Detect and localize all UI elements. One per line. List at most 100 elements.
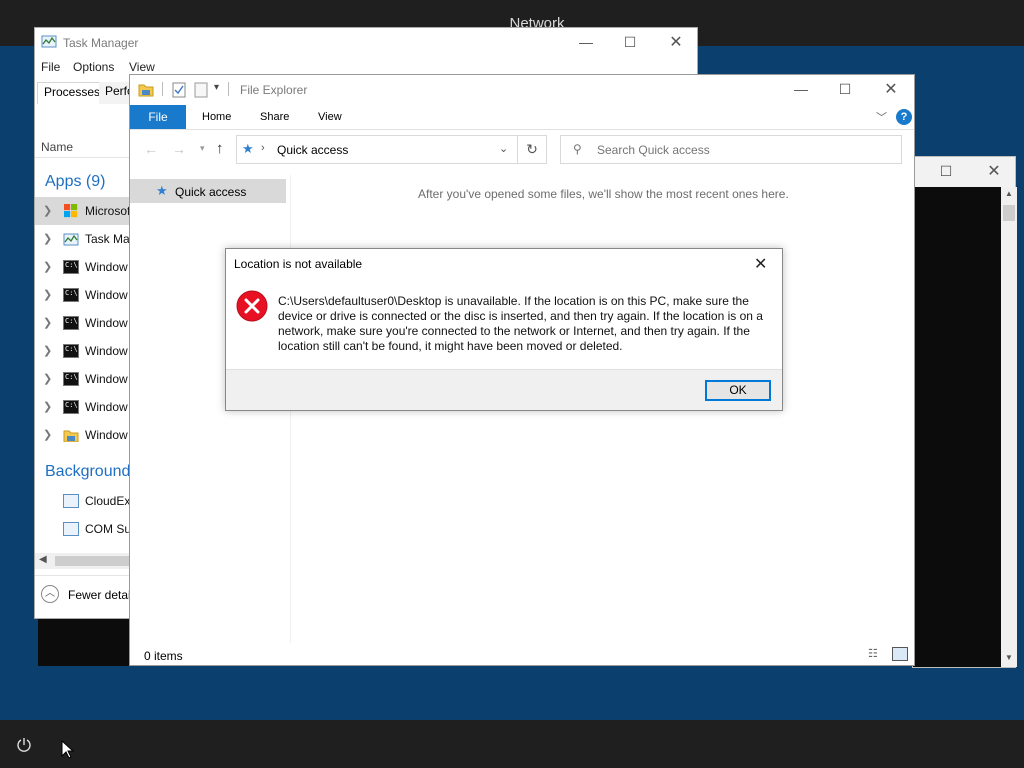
app-row[interactable]: ❯ Window [35,281,131,309]
menu-view[interactable]: View [129,60,155,74]
tab-view[interactable]: View [318,105,342,129]
chevron-right-icon[interactable]: ❯ [43,204,52,217]
back-icon[interactable]: ← [144,141,158,157]
chevron-right-icon[interactable]: ❯ [43,232,52,245]
console-window[interactable]: ☐ ✕ ▲ ▼ [912,156,1017,668]
ok-button[interactable]: OK [705,380,771,401]
background-row[interactable]: CloudEx [35,487,131,515]
search-box[interactable]: ⚲ [560,135,902,164]
address-bar[interactable]: ★ › Quick access ⌄ [236,135,518,164]
scroll-thumb[interactable] [1003,205,1015,221]
dialog-title: Location is not available [234,257,363,271]
column-header[interactable]: Name [35,134,131,158]
maximize-icon[interactable]: ☐ [923,157,969,186]
app-row[interactable]: ❯ Window [35,421,131,449]
tab-file[interactable]: File [130,105,186,129]
app-row[interactable]: ❯ Microsof [35,197,131,225]
scroll-thumb[interactable] [55,556,131,566]
microsoft-logo-icon [64,204,78,218]
star-icon: ★ [156,183,168,198]
close-icon[interactable]: ✕ [653,28,699,57]
console-icon [63,372,79,386]
service-icon [63,522,79,536]
menu-options[interactable]: Options [73,60,114,74]
power-icon[interactable] [15,737,33,753]
up-icon[interactable]: ↑ [216,140,224,157]
folder-icon [63,430,79,442]
help-icon[interactable]: ? [896,109,912,125]
console-icon [63,400,79,414]
minimize-icon[interactable]: — [563,28,609,57]
chevron-down-icon[interactable]: ⌄ [499,142,508,155]
service-icon [63,494,79,508]
column-name: Name [41,140,74,154]
maximize-icon[interactable]: ☐ [822,75,868,104]
console-scrollbar[interactable]: ▲ ▼ [1001,187,1017,667]
chevron-right-icon[interactable]: ❯ [43,372,52,385]
tab-processes[interactable]: Processes [37,82,108,104]
app-row[interactable]: ❯ Window [35,253,131,281]
close-icon[interactable]: ✕ [754,254,767,274]
address-text: Quick access [277,143,349,157]
details-view-icon[interactable]: ☷ [868,647,886,661]
chevron-right-icon[interactable]: ❯ [43,316,52,329]
console-body[interactable] [913,187,1001,667]
console-icon [63,260,79,274]
close-icon[interactable]: ✕ [971,157,1017,186]
background-row[interactable]: COM Su [35,515,131,543]
minimize-icon[interactable]: — [778,75,824,104]
scroll-down-icon[interactable]: ▼ [1005,653,1013,662]
app-row[interactable]: ❯ Window [35,309,131,337]
horizontal-scrollbar[interactable]: ◀ [35,553,131,569]
folder-icon [138,84,154,97]
maximize-icon[interactable]: ☐ [607,28,653,57]
error-icon [236,290,268,322]
chevron-right-icon[interactable]: ❯ [43,344,52,357]
nav-item-quick-access[interactable]: ★ Quick access [130,179,286,203]
chevron-right-icon[interactable]: ❯ [43,400,52,413]
chevron-right-icon[interactable]: › [261,142,265,154]
group-apps: Apps (9) [45,173,106,190]
console-icon [63,316,79,330]
scroll-left-icon[interactable]: ◀ [39,554,47,565]
app-row[interactable]: ❯ Window [35,337,131,365]
status-items-count: 0 items [144,649,183,663]
console-icon [63,288,79,302]
tab-share[interactable]: Share [260,105,289,129]
console-body-fragment [38,618,130,666]
nav-item-label: Quick access [175,185,247,199]
task-manager-icon [63,233,79,246]
large-icons-view-icon[interactable] [892,647,908,661]
menu-file[interactable]: File [41,60,60,74]
search-icon: ⚲ [573,142,582,156]
window-title: File Explorer [240,83,308,97]
chevron-right-icon[interactable]: ❯ [43,260,52,273]
close-icon[interactable]: ✕ [868,75,914,104]
recent-locations-icon[interactable]: ▾ [200,143,205,154]
chevron-up-icon: ︿ [41,585,59,603]
fewer-details-label: Fewer detail [68,588,134,602]
ribbon-divider [130,129,914,130]
customize-toolbar-icon[interactable]: ▾ [214,82,219,93]
fewer-details-button[interactable]: ︿ Fewer detail [35,575,134,613]
search-input[interactable] [595,141,885,159]
forward-icon[interactable]: → [172,141,186,157]
dialog-footer: OK [226,369,782,410]
group-background: Background [45,463,131,480]
app-row[interactable]: ❯ Window [35,393,131,421]
expand-ribbon-icon[interactable]: ﹀ [876,109,887,125]
mouse-cursor-icon [61,740,75,759]
scroll-up-icon[interactable]: ▲ [1005,189,1013,198]
chevron-right-icon[interactable]: ❯ [43,288,52,301]
app-row[interactable]: ❯ Window [35,365,131,393]
chevron-right-icon[interactable]: ❯ [43,428,52,441]
app-row[interactable]: ❯ Task Man [35,225,131,253]
error-dialog[interactable]: Location is not available ✕ C:\Users\def… [225,248,783,411]
new-folder-icon[interactable] [194,82,208,98]
star-icon: ★ [242,141,254,156]
properties-icon[interactable] [172,82,186,98]
tab-home[interactable]: Home [202,105,231,129]
refresh-icon[interactable]: ↻ [518,135,547,164]
task-manager-icon [41,35,57,48]
dialog-message: C:\Users\defaultuser0\Desktop is unavail… [278,294,763,353]
